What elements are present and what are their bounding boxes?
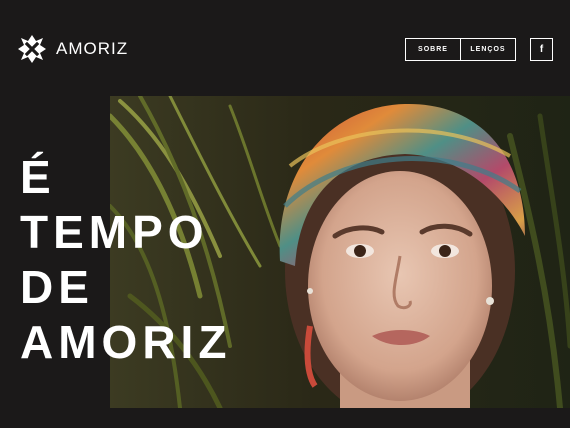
- main-nav: SOBRE LENÇOS: [405, 38, 516, 61]
- amoriz-star-logo-icon: [18, 35, 46, 63]
- headline-line-3: DE: [20, 261, 94, 313]
- headline-line-4: AMORIZ: [20, 316, 232, 368]
- hero-headline: É TEMPO DE AMORIZ: [20, 150, 231, 370]
- headline-line-1: É: [20, 151, 56, 203]
- page: AMORIZ SOBRE LENÇOS f É TEMPO DE AMORIZ: [0, 0, 570, 428]
- nav-item-lencos[interactable]: LENÇOS: [460, 39, 515, 60]
- headline-line-2: TEMPO: [20, 206, 209, 258]
- brand-name: AMORIZ: [56, 39, 129, 58]
- brand-logo-link[interactable]: AMORIZ: [18, 35, 128, 63]
- facebook-icon: f: [539, 44, 544, 55]
- facebook-button[interactable]: f: [530, 38, 553, 61]
- nav-item-sobre[interactable]: SOBRE: [406, 39, 460, 60]
